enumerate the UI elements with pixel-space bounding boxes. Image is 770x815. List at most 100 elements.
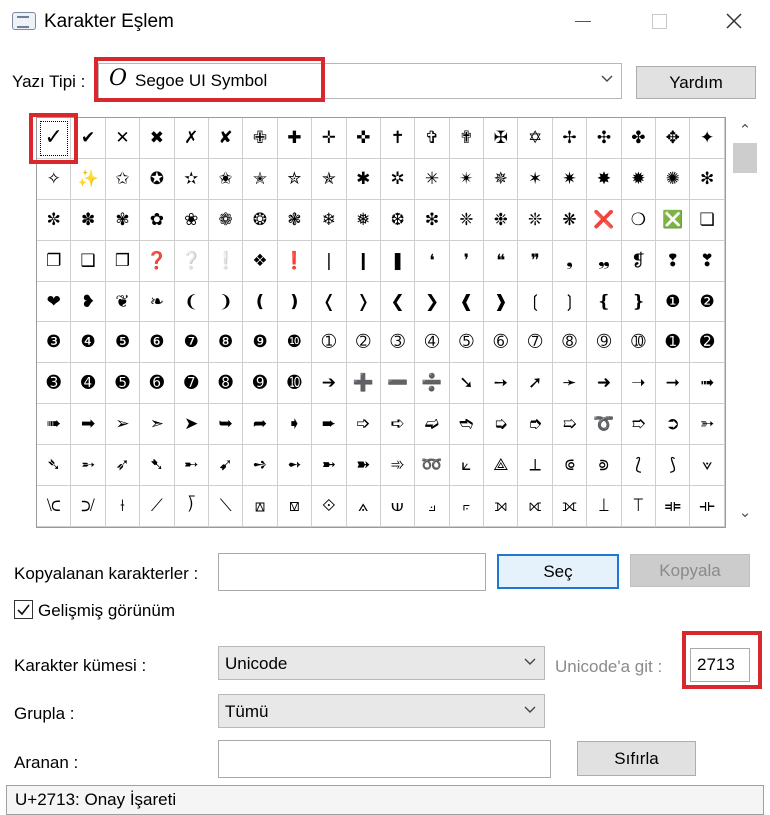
character-cell[interactable]: ⟋ (140, 486, 175, 527)
character-cell[interactable]: ❝ (484, 240, 519, 282)
character-cell[interactable]: ❞ (518, 240, 553, 282)
character-cell[interactable]: ⟄ (587, 445, 622, 487)
character-cell[interactable]: ➏ (140, 363, 175, 405)
character-cell[interactable]: ➆ (518, 322, 553, 364)
character-cell[interactable]: ✧ (37, 158, 72, 200)
character-cell[interactable]: ➂ (380, 322, 416, 364)
character-cell[interactable]: ➗ (415, 363, 450, 405)
character-cell[interactable]: ❆ (380, 199, 416, 241)
character-cell[interactable]: ✯ (312, 158, 347, 200)
character-cell[interactable]: ✟ (449, 118, 485, 159)
character-cell[interactable]: ⟓ (415, 486, 450, 527)
chevron-up-icon[interactable]: ⌃ (730, 121, 760, 141)
character-cell[interactable]: ❕ (208, 240, 244, 282)
minimize-button[interactable] (560, 6, 604, 36)
character-cell[interactable]: ❇ (415, 199, 450, 241)
character-cell[interactable]: ➬ (449, 404, 485, 446)
character-cell[interactable]: ❍ (621, 199, 657, 241)
character-cell[interactable]: ⟗ (552, 486, 588, 527)
character-cell[interactable]: ➴ (37, 445, 72, 487)
character-cell[interactable]: ✼ (37, 199, 72, 241)
character-cell[interactable]: ❄ (312, 199, 347, 241)
character-cell[interactable]: ➽ (346, 445, 381, 487)
character-cell[interactable]: ❐ (37, 240, 72, 282)
character-cell[interactable]: ✿ (140, 199, 175, 241)
character-cell[interactable]: ➍ (71, 363, 106, 405)
character-cell[interactable]: ➼ (312, 445, 347, 487)
character-cell[interactable]: ⟙ (621, 486, 657, 527)
character-cell[interactable]: ➱ (621, 404, 657, 446)
character-cell[interactable]: ❿ (277, 322, 313, 364)
character-cell[interactable]: ⟁ (484, 445, 519, 487)
character-cell[interactable]: ➘ (449, 363, 485, 405)
character-cell[interactable]: ✭ (243, 158, 278, 200)
character-cell[interactable]: ✕ (105, 118, 141, 159)
character-cell[interactable]: ⟈ (37, 486, 72, 527)
character-cell[interactable]: ➻ (277, 445, 313, 487)
character-cell[interactable]: ❒ (105, 240, 141, 282)
character-cell[interactable]: ❼ (174, 322, 209, 364)
character-cell[interactable]: ❵ (621, 281, 657, 323)
character-cell[interactable]: ✩ (105, 158, 141, 200)
character-cell[interactable]: ❷ (690, 281, 725, 323)
character-cell[interactable]: ❯ (415, 281, 450, 323)
character-cell[interactable]: ⟛ (690, 486, 725, 527)
character-cell[interactable]: ⟒ (380, 486, 416, 527)
character-cell[interactable]: ❔ (174, 240, 209, 282)
character-cell[interactable]: ⟊ (105, 486, 141, 527)
character-cell[interactable]: ➦ (243, 404, 278, 446)
character-cell[interactable]: ⟎ (243, 486, 278, 527)
character-cell[interactable]: ❦ (105, 281, 141, 323)
character-cell[interactable]: ❅ (346, 199, 381, 241)
character-cell[interactable]: ❧ (140, 281, 175, 323)
character-cell[interactable]: ❓ (140, 240, 175, 282)
character-cell[interactable]: ➭ (484, 404, 519, 446)
help-button[interactable]: Yardım (636, 66, 756, 99)
close-button[interactable] (712, 6, 756, 36)
character-cell[interactable]: ❉ (484, 199, 519, 241)
character-cell[interactable]: ➸ (174, 445, 209, 487)
character-cell[interactable]: ➓ (277, 363, 313, 405)
character-cell[interactable]: ❋ (552, 199, 588, 241)
character-cell[interactable]: ❻ (140, 322, 175, 364)
character-cell[interactable]: ➋ (690, 322, 725, 364)
character-cell[interactable]: ➎ (105, 363, 141, 405)
character-cell[interactable]: ⟉ (71, 486, 106, 527)
character-cell[interactable]: ❎ (656, 199, 691, 241)
character-cell[interactable]: ➲ (656, 404, 691, 446)
character-cell[interactable]: ❺ (105, 322, 141, 364)
character-cell[interactable]: ✨ (71, 158, 106, 200)
character-cell[interactable]: ⟖ (518, 486, 553, 527)
character-cell[interactable]: ❙ (346, 240, 381, 282)
character-cell[interactable]: ✸ (587, 158, 622, 200)
character-cell[interactable]: ❀ (174, 199, 209, 241)
character-cell[interactable]: ➥ (208, 404, 244, 446)
character-cell[interactable]: ➊ (656, 322, 691, 364)
character-cell[interactable]: ✤ (621, 118, 657, 159)
character-set-select[interactable]: Unicode (218, 646, 545, 680)
character-cell[interactable]: ❜ (449, 240, 485, 282)
character-cell[interactable]: ⟀ (449, 445, 485, 487)
character-cell[interactable]: ➶ (105, 445, 141, 487)
character-cell[interactable]: ❡ (621, 240, 657, 282)
character-cell[interactable]: ❥ (71, 281, 106, 323)
character-cell[interactable]: ✝ (380, 118, 416, 159)
character-cell[interactable]: ✗ (174, 118, 209, 159)
character-cell[interactable]: ✙ (243, 118, 278, 159)
character-cell[interactable]: ❈ (449, 199, 485, 241)
character-cell[interactable]: ❤ (37, 281, 72, 323)
character-cell[interactable]: ➡ (71, 404, 106, 446)
character-cell[interactable]: ✮ (277, 158, 313, 200)
character-cell[interactable]: ➔ (312, 363, 347, 405)
character-cell[interactable]: ➌ (37, 363, 72, 405)
character-cell[interactable]: ➫ (415, 404, 450, 446)
character-cell[interactable]: ➳ (690, 404, 725, 446)
select-button[interactable]: Seç (497, 554, 619, 589)
character-cell[interactable]: ✡ (518, 118, 553, 159)
character-cell[interactable]: ⟍ (208, 486, 244, 527)
character-cell[interactable]: ➺ (243, 445, 278, 487)
character-cell[interactable]: ❃ (277, 199, 313, 241)
character-cell[interactable]: ➩ (346, 404, 381, 446)
character-cell[interactable]: ⟏ (277, 486, 313, 527)
character-cell[interactable]: ❴ (587, 281, 622, 323)
